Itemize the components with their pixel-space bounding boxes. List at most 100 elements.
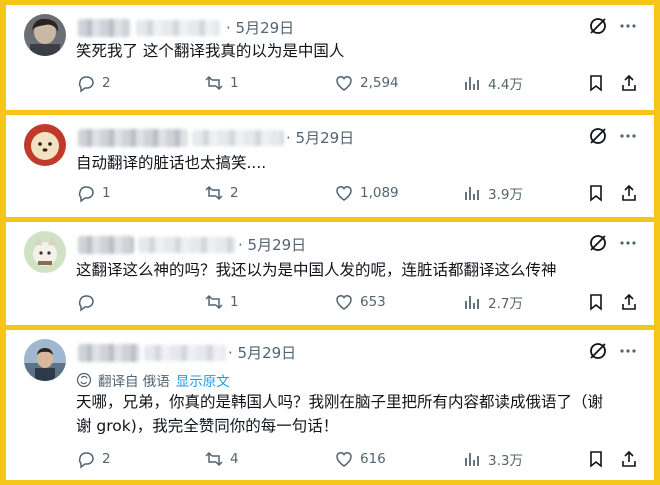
blurred-display-name [78,19,130,37]
like-button[interactable]: 616 [334,449,386,469]
more-icon[interactable] [618,233,638,253]
views-icon [462,183,482,203]
repost-button[interactable]: 2 [204,183,239,203]
avatar[interactable] [24,231,66,273]
views-button[interactable]: 3.9万 [462,183,523,203]
share-icon[interactable] [619,449,639,469]
post-text: 笑死我了 这个翻译我真的以为是中国人 [76,39,344,63]
blurred-display-name [78,129,188,147]
post[interactable]: · 5月29日 翻译自 俄语 显示原文 天哪，兄弟，你真的是韩国人吗？我刚在脑子… [6,330,654,480]
grok-icon[interactable] [588,126,608,146]
post[interactable]: · 5月29日 自动翻译的脏话也太搞笑.... 1 2 1,089 3.9万 [6,115,654,222]
grok-icon[interactable] [588,233,608,253]
repost-icon [204,292,224,312]
grok-icon[interactable] [588,341,608,361]
post-date[interactable]: · 5月29日 [238,234,306,255]
post-text-line: 天哪，兄弟，你真的是韩国人吗？我刚在脑子里把所有内容都读成俄语了（谢 [76,393,604,411]
bookmark-icon[interactable] [586,292,606,312]
views-button[interactable]: 4.4万 [462,73,523,93]
like-icon [334,292,354,312]
repost-count: 1 [230,75,239,91]
share-icon[interactable] [619,183,639,203]
more-icon[interactable] [618,341,638,361]
more-icon[interactable] [618,16,638,36]
blurred-handle [136,20,220,36]
action-bar: 1 653 2.7万 [76,292,646,314]
reply-icon [76,292,96,312]
reply-icon [76,449,96,469]
like-button[interactable]: 2,594 [334,73,399,93]
avatar[interactable] [24,14,66,56]
posts-list: · 5月29日 笑死我了 这个翻译我真的以为是中国人 2 1 2,594 4.4… [6,5,654,480]
views-button[interactable]: 3.3万 [462,449,523,469]
post[interactable]: · 5月29日 笑死我了 这个翻译我真的以为是中国人 2 1 2,594 4.4… [6,5,654,115]
views-icon [462,449,482,469]
like-count: 653 [360,294,386,310]
like-button[interactable]: 653 [334,292,386,312]
blurred-display-name [78,236,134,254]
like-icon [334,449,354,469]
like-button[interactable]: 1,089 [334,183,399,203]
share-icon[interactable] [619,73,639,93]
action-bar: 1 2 1,089 3.9万 [76,183,646,205]
post-text-line: 自动翻译的脏话也太搞笑.... [76,154,267,172]
reply-icon [76,183,96,203]
reply-count: 1 [102,185,111,201]
repost-button[interactable]: 4 [204,449,239,469]
like-count: 2,594 [360,75,399,91]
repost-button[interactable]: 1 [204,292,239,312]
share-icon[interactable] [619,292,639,312]
post-date[interactable]: · 5月29日 [228,342,296,363]
post-text-line: 这翻译这么神的吗？我还以为是中国人发的呢，连脏话都翻译这么传神 [76,261,557,279]
post-text: 天哪，兄弟，你真的是韩国人吗？我刚在脑子里把所有内容都读成俄语了（谢 谢 gro… [76,390,603,438]
post-text: 自动翻译的脏话也太搞笑.... [76,151,266,175]
reply-button[interactable]: 1 [76,183,111,203]
post-date[interactable]: · 5月29日 [226,17,294,38]
reply-button[interactable]: 2 [76,73,111,93]
like-icon [334,73,354,93]
translated-from-label: 翻译自 俄语 [98,374,170,390]
post-text: 这翻译这么神的吗？我还以为是中国人发的呢，连脏话都翻译这么传神 [76,258,557,282]
bookmark-icon[interactable] [586,449,606,469]
like-count: 616 [360,451,386,467]
repost-icon [204,73,224,93]
views-count: 4.4万 [488,77,523,93]
reply-button[interactable] [76,292,102,312]
post-date[interactable]: · 5月29日 [286,127,354,148]
views-count: 3.3万 [488,453,523,469]
action-bar: 2 1 2,594 4.4万 [76,73,646,95]
like-count: 1,089 [360,185,399,201]
reply-button[interactable]: 2 [76,449,111,469]
repost-count: 1 [230,294,239,310]
blurred-display-name [78,344,140,362]
repost-count: 4 [230,451,239,467]
blurred-handle [192,130,284,146]
views-button[interactable]: 2.7万 [462,292,523,312]
repost-icon [204,449,224,469]
avatar[interactable] [24,124,66,166]
avatar[interactable] [24,339,66,381]
more-icon[interactable] [618,126,638,146]
views-count: 2.7万 [488,296,523,312]
bookmark-icon[interactable] [586,183,606,203]
action-bar: 2 4 616 3.3万 [76,449,646,471]
views-icon [462,292,482,312]
reply-count: 2 [102,75,111,91]
post[interactable]: · 5月29日 这翻译这么神的吗？我还以为是中国人发的呢，连脏话都翻译这么传神 … [6,222,654,330]
views-icon [462,73,482,93]
bookmark-icon[interactable] [586,73,606,93]
repost-count: 2 [230,185,239,201]
translate-icon [76,372,92,388]
grok-icon[interactable] [588,16,608,36]
translation-note: 翻译自 俄语 显示原文 [76,370,230,390]
show-original-link[interactable]: 显示原文 [176,370,230,390]
repost-button[interactable]: 1 [204,73,239,93]
blurred-handle [144,345,226,361]
views-count: 3.9万 [488,187,523,203]
blurred-handle [138,237,236,253]
reply-count: 2 [102,451,111,467]
reply-icon [76,73,96,93]
post-text-line: 谢 grok)，我完全赞同你的每一句话！ [76,417,339,435]
post-text-line: 笑死我了 这个翻译我真的以为是中国人 [76,42,345,60]
repost-icon [204,183,224,203]
